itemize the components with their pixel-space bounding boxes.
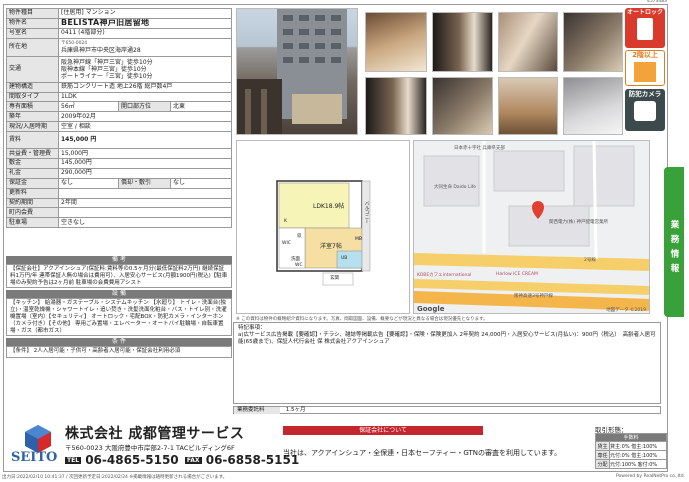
security-camera-badge: 防犯カメラ	[625, 89, 665, 131]
building-exterior-photo[interactable]	[236, 8, 358, 135]
company-phone[interactable]: TEL 06-4865-5150 FAX 06-6858-5151	[65, 453, 299, 467]
floor-plan-drawing	[276, 180, 371, 286]
interior-photo-5[interactable]	[365, 77, 427, 135]
keypad-icon	[637, 18, 653, 40]
interior-photo-8[interactable]	[563, 77, 623, 135]
map-label-redcross: 日本赤十字社 兵庫県支部	[454, 146, 505, 151]
facilities-header: 設 備	[6, 290, 232, 298]
map-copyright: 地図データ ©2019	[606, 308, 646, 313]
map-drawing	[414, 141, 649, 313]
remarks-text: a)広サービス広告掲載【要確認】・チラシ、雑誌等掲載広告【要確認】・保険・保険更…	[238, 332, 656, 345]
spec-row: 駐車場 空きなし	[6, 217, 232, 229]
business-info-tab[interactable]: 業務情報	[664, 167, 684, 317]
plan-western-label: 洋室7帖	[320, 243, 342, 250]
spec-row: 現況/入居時期 空室 / 相談	[6, 121, 232, 133]
plan-kitchen-label: K	[284, 219, 287, 224]
transaction-row: 貸主 貸主:0% 借主:100%	[595, 441, 667, 451]
interior-photo-3[interactable]	[498, 12, 558, 72]
plan-balcony-label: バルコニー	[364, 201, 369, 224]
spec-row: 建物構造 鉄筋コンクリート造 地上26階 総戸数4戸	[6, 81, 232, 93]
plan-wc-label: WC	[295, 263, 303, 268]
spec-row: 賃料 145,000 円	[6, 131, 232, 150]
interior-photo-6[interactable]	[432, 77, 493, 135]
footer: SEITO 株式会社 成都管理サービス 〒560-0023 大阪府豊中市岸部2-…	[3, 420, 668, 472]
map-label-hanshin: 阪神高速3号神戸線	[514, 294, 553, 299]
spec-row: 所在地 〒650-0024 兵庫県神戸市中央区海岸通28	[6, 37, 232, 57]
plan-ldk-label: LDK18.9帖	[313, 203, 345, 210]
notes-text: 【保証会社】アクアインシュア(保証料:賃料等の0.5ヶ月分(最低保証料2万円) …	[6, 264, 232, 288]
plan-entrance-label: 玄関	[330, 276, 339, 281]
spec-row: 物件種目 [住居用] マンション	[6, 8, 232, 19]
spec-row: 契約期間 2年間	[6, 197, 232, 209]
property-spec-table: 物件種目 [住居用] マンション 物件名 BELISTA神戸旧居留地 号室名 0411…	[6, 8, 232, 229]
output-date-footer: 出力日:2022/02/10 10:41:37 / 次回更新予定日:2022/0…	[2, 475, 228, 480]
plan-wash-label: 洗面	[291, 257, 300, 262]
guarantee-text: 当社は、アクアインシュア・全保連・日本セーフティー・GTNの審査を利用しています…	[283, 449, 562, 457]
conditions-header: 条 件	[6, 338, 232, 346]
powered-by-footer: Powered by RealNetPro co.,ltd.	[616, 474, 685, 479]
facilities-text: 【キッチン】 給湯器・ガステーブル・システムキッチン 【水廻り】 トイレ・洗面台…	[6, 298, 232, 336]
floor-plan[interactable]: LDK18.9帖 洋室7帖 WIC UB 洗面 WC K MB 収 玄関 バルコ…	[236, 140, 410, 314]
location-map[interactable]: 日本赤十字社 兵庫県支部 大同生命 Daido Life 関西電力(株) 神戸配…	[413, 140, 650, 314]
spec-row: 号室名 0411 (4階部分)	[6, 27, 232, 39]
map-label-kobecafe: KOBEカフェinternational	[417, 273, 472, 278]
spec-row: 交通 阪急神戸線「神戸三宮」徒歩10分 阪神本線「神戸三宮」徒歩10分 ポートライナー…	[6, 55, 232, 83]
stairs-icon	[634, 62, 656, 82]
map-label-daido: 大同生命 Daido Life	[434, 185, 477, 190]
spec-row: 築年 2009年02月	[6, 111, 232, 123]
plan-mb-label: MB	[355, 237, 362, 242]
notes-header: 備 考	[6, 256, 232, 264]
transaction-row: 分配 元付:100% 客付:0%	[595, 459, 667, 469]
camera-icon	[634, 101, 656, 121]
spec-row: 物件名 BELISTA神戸旧居留地	[6, 17, 232, 29]
remarks-box: 特記事項： a)広サービス広告掲載【要確認】・チラシ、雑誌等掲載広告【要確認】・…	[233, 322, 661, 404]
transaction-table: 手数料 貸主 貸主:0% 借主:100% 専任 元付:0% 借主:100% 分配 元付…	[595, 433, 667, 469]
spec-row: 更新料	[6, 187, 232, 199]
spec-row: 礼金 290,000円	[6, 167, 232, 179]
upper-floor-badge: 2階以上	[625, 50, 665, 86]
autolock-badge: オートロック	[625, 8, 665, 48]
company-address: 〒560-0023 大阪府豊中市岸部2-7-1 TACビルディング6F	[65, 444, 235, 452]
property-name: BELISTA神戸旧居留地	[58, 17, 232, 29]
fee-row: 業務委託料 1.5ヶ月	[233, 406, 661, 414]
interior-photo-4[interactable]	[563, 12, 623, 72]
interior-photo-1[interactable]	[365, 12, 427, 72]
building-photo-drawing	[237, 9, 347, 134]
spec-row: 敷金 145,000円	[6, 158, 232, 169]
map-label-route2: 2号線	[584, 258, 596, 263]
guarantee-header: 保証会社について	[283, 426, 483, 435]
reference-id: 4573483	[646, 0, 667, 4]
interior-photo-2[interactable]	[432, 12, 493, 72]
spec-row: 町内会費	[6, 207, 232, 219]
map-google-logo: Google	[417, 305, 445, 313]
company-name: 株式会社 成都管理サービス	[65, 426, 245, 442]
interior-photo-7[interactable]	[498, 77, 558, 135]
spec-row: 間取タイプ 1LDK	[6, 91, 232, 103]
map-label-kansai: 関西電力(株) 神戸配電営業所	[549, 220, 608, 225]
spec-row: 共益費・管理費 15,000円	[6, 148, 232, 160]
plan-storage-label: 収	[297, 234, 302, 239]
spec-row: 保証金 なし 償却・敷引 なし	[6, 177, 232, 189]
conditions-text: 【条件】 2人入居可能・子供可・高齢者入居可能・保証会社利用必須	[6, 346, 232, 358]
spec-row: 専有面積 56㎡ 開口部方位 北東	[6, 101, 232, 113]
transaction-row: 専任 元付:0% 借主:100%	[595, 450, 667, 460]
company-logo-text: SEITO	[11, 450, 58, 465]
map-label-harlow: Harlow ICE CREAM	[496, 272, 538, 277]
rent-price: 145,000 円	[58, 131, 232, 150]
plan-ub-label: UB	[341, 256, 348, 261]
plan-wic-label: WIC	[282, 241, 291, 246]
